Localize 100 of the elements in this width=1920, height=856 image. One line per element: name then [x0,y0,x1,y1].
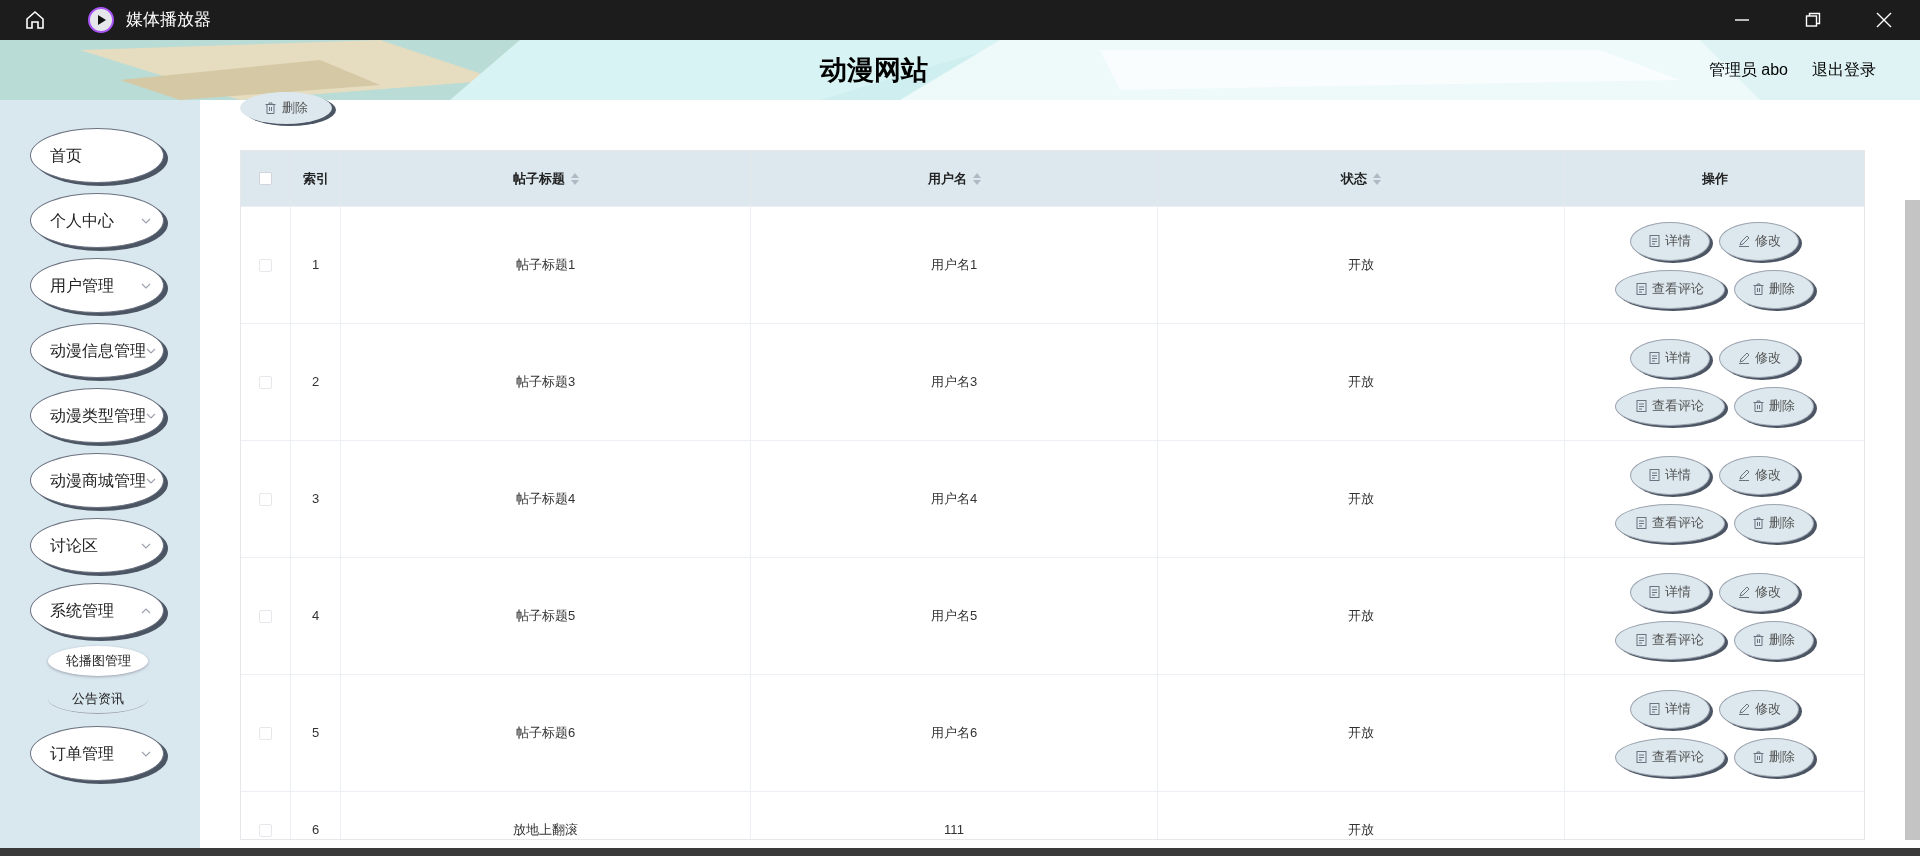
document-icon [1649,586,1660,598]
checkbox[interactable] [259,375,272,389]
table-cell: 3 [311,492,320,506]
play-icon [88,7,114,33]
submenu-item[interactable]: 轮播图管理 [48,646,148,676]
table-cell: 开放 [1348,726,1374,740]
view-comments-button[interactable]: 查看评论 [1615,620,1725,660]
checkbox[interactable] [259,609,272,623]
checkbox[interactable] [259,172,272,185]
chevron-down-icon [141,542,151,549]
chevron-down-icon [146,477,156,484]
table-cell: 用户名6 [930,726,978,740]
edit-button[interactable]: 修改 [1719,221,1799,261]
table-cell: 开放 [1348,258,1374,272]
table-cell: 5 [311,726,320,740]
edit-button[interactable]: 修改 [1719,689,1799,729]
pencil-icon [1737,703,1750,715]
delete-button[interactable]: 删除 [1734,386,1814,426]
details-button[interactable]: 详情 [1630,572,1710,612]
table-cell: 帖子标题5 [515,609,576,623]
details-button[interactable]: 详情 [1630,221,1710,261]
sidebar-menu-item[interactable]: 系统管理 [30,583,164,638]
scrollbar[interactable] [1905,200,1920,840]
pencil-icon [1737,235,1750,247]
chevron-down-icon [141,217,151,224]
sidebar-menu-item[interactable]: 动漫类型管理 [30,388,164,443]
checkbox[interactable] [259,726,272,740]
close-icon[interactable] [1876,12,1892,28]
chevron-down-icon [146,412,156,419]
checkbox[interactable] [259,824,272,837]
view-comments-button[interactable]: 查看评论 [1615,503,1725,543]
checkbox[interactable] [259,492,272,506]
table-cell: 用户名5 [930,609,978,623]
view-comments-button[interactable]: 查看评论 [1615,737,1725,777]
table-cell: 帖子标题4 [515,492,576,506]
submenu-item[interactable]: 公告资讯 [48,684,148,714]
table-cell: 6 [311,823,320,837]
admin-name: 管理员 abo [1708,60,1788,80]
table-cell: 111 [944,823,964,837]
logout-link[interactable]: 退出登录 [1812,58,1876,82]
table-cell: 帖子标题1 [515,258,576,272]
table-cell: 2 [311,375,320,389]
site-title: 动漫网站 [820,54,929,85]
column-header: 用户名 [927,169,967,188]
trash-icon [1753,634,1764,646]
edit-button[interactable]: 修改 [1719,455,1799,495]
column-header: 操作 [1701,169,1728,188]
chevron-down-icon [141,282,151,289]
details-button[interactable]: 详情 [1630,455,1710,495]
table-cell: 1 [311,258,320,272]
sidebar-menu-item[interactable]: 首页 [30,128,164,183]
trash-icon [1753,517,1764,529]
edit-button[interactable]: 修改 [1719,572,1799,612]
document-icon [1636,517,1647,529]
view-comments-button[interactable]: 查看评论 [1615,269,1725,309]
details-button[interactable]: 详情 [1630,338,1710,378]
column-header: 帖子标题 [512,169,565,188]
table-cell: 开放 [1348,609,1374,623]
sidebar-menu-item[interactable]: 个人中心 [30,193,164,248]
delete-button[interactable]: 删除 [1734,620,1814,660]
chevron-down-icon [141,750,151,757]
sidebar-menu-item[interactable]: 讨论区 [30,518,164,573]
sort-icon[interactable] [1373,172,1381,185]
sidebar-menu-item[interactable]: 订单管理 [30,726,164,781]
restore-icon[interactable] [1805,12,1821,28]
details-button[interactable]: 详情 [1630,689,1710,729]
sort-icon[interactable] [972,172,981,185]
table-cell: 开放 [1348,492,1374,506]
trash-icon [1753,400,1764,412]
sidebar-menu-item[interactable]: 动漫信息管理 [30,323,164,378]
document-icon [1649,703,1660,715]
sidebar-menu-item[interactable]: 用户管理 [30,258,164,313]
home-icon[interactable] [24,9,46,31]
pencil-icon [1737,586,1750,598]
document-icon [1636,634,1647,646]
table-cell: 帖子标题3 [515,375,576,389]
checkbox[interactable] [259,258,272,272]
document-icon [1636,283,1647,295]
trash-icon [264,102,276,114]
column-header: 索引 [302,169,329,188]
chevron-down-icon [141,607,151,614]
table-cell: 放地上翻滚 [513,823,578,837]
table-cell: 用户名1 [930,258,978,272]
edit-button[interactable]: 修改 [1719,338,1799,378]
chevron-down-icon [146,347,156,354]
table-cell: 开放 [1348,375,1374,389]
sort-icon[interactable] [570,172,579,185]
delete-button[interactable]: 删除 [240,92,332,124]
document-icon [1649,352,1660,364]
delete-button[interactable]: 删除 [1734,503,1814,543]
view-comments-button[interactable]: 查看评论 [1615,386,1725,426]
table-cell: 4 [311,609,320,623]
pencil-icon [1737,352,1750,364]
sidebar-menu-item[interactable]: 动漫商城管理 [30,453,164,508]
table-cell: 帖子标题6 [515,726,576,740]
trash-icon [1753,751,1764,763]
table-cell: 开放 [1348,823,1374,837]
column-header: 状态 [1341,169,1367,188]
delete-button[interactable]: 删除 [1734,269,1814,309]
delete-button[interactable]: 删除 [1734,737,1814,777]
